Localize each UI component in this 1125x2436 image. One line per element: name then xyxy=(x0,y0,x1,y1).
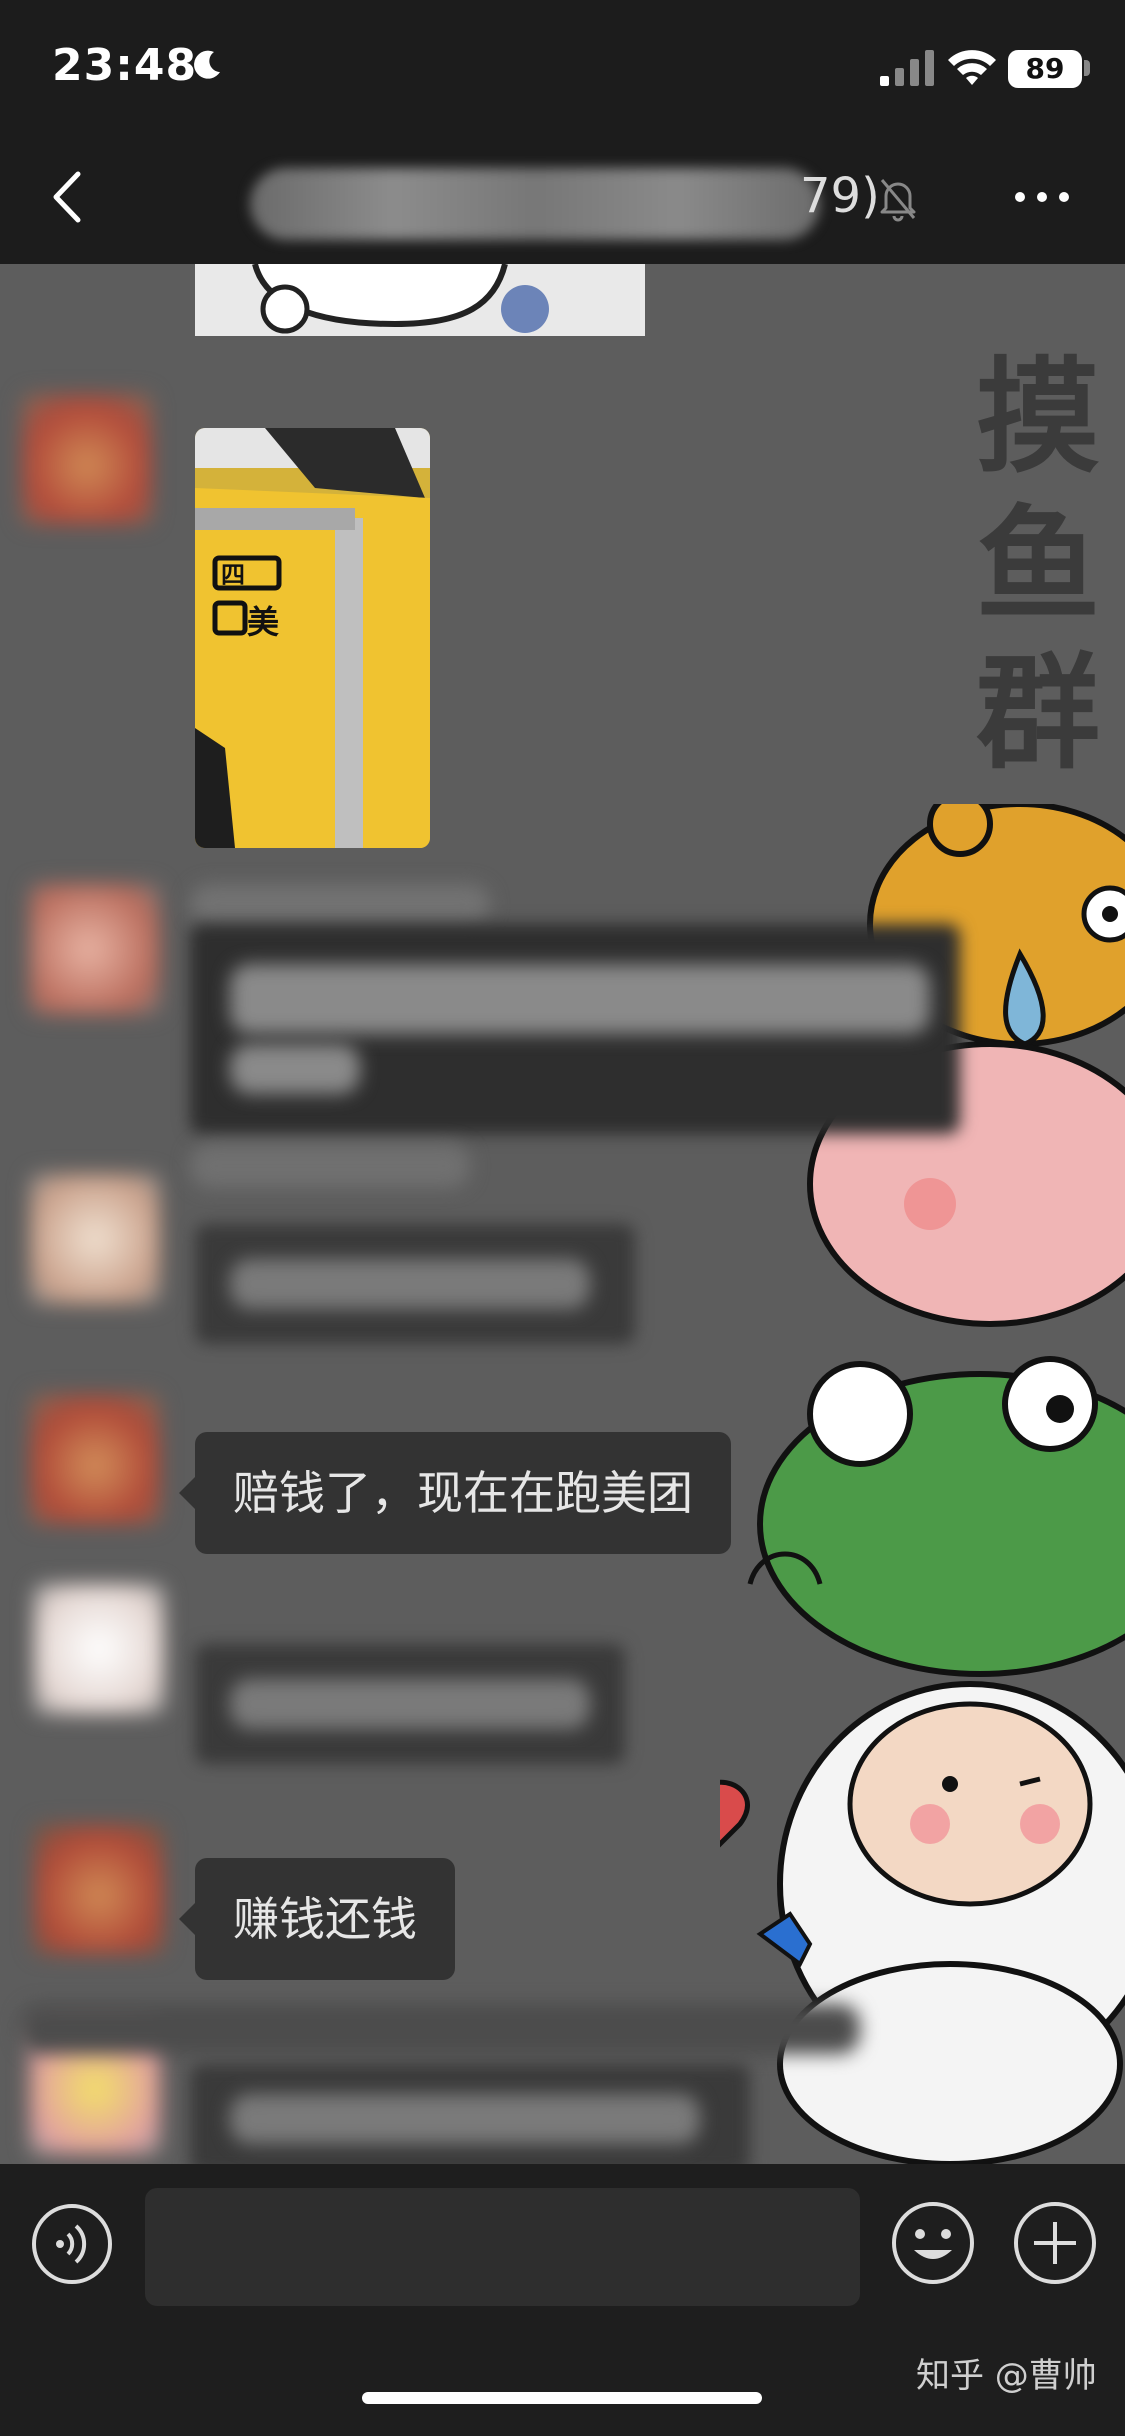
message-text-redacted xyxy=(230,1679,590,1729)
message-text-redacted xyxy=(230,964,930,1034)
message-text-redacted xyxy=(230,1259,590,1309)
watermark: 知乎 @曹帅 xyxy=(916,2356,1097,2396)
message-bubble[interactable]: 赔钱了，现在在跑美团 xyxy=(179,1432,731,1554)
message-text-redacted xyxy=(230,1044,360,1094)
more-dots-icon[interactable] xyxy=(1010,172,1074,222)
message-text: 赔钱了，现在在跑美团 xyxy=(233,1466,693,1520)
cartoon-image-icon xyxy=(195,264,645,336)
message-bubble[interactable]: 赚钱还钱 xyxy=(179,1858,455,1980)
message-text-redacted xyxy=(230,2094,700,2144)
wifi-icon xyxy=(948,50,996,85)
group-name-redacted[interactable] xyxy=(250,168,820,240)
avatar[interactable] xyxy=(30,884,160,1014)
svg-text:美: 美 xyxy=(247,603,279,641)
status-bar: 23:48 89 xyxy=(0,0,1125,132)
battery-icon: 89 xyxy=(1008,50,1082,88)
nav-bar: 79) xyxy=(0,132,1125,264)
chat-background-title: 摸鱼群 xyxy=(975,346,1100,786)
avatar[interactable] xyxy=(34,1584,164,1714)
jacket-photo-icon: 四 美 xyxy=(195,428,430,848)
back-chevron-icon[interactable] xyxy=(40,162,100,232)
avatar[interactable] xyxy=(30,1394,160,1524)
plus-icon[interactable] xyxy=(1012,2200,1098,2286)
avatar[interactable] xyxy=(22,394,152,524)
message-image-jacket[interactable]: 四 美 xyxy=(195,428,430,848)
member-count: 79) xyxy=(800,168,880,224)
avatar[interactable] xyxy=(30,1174,160,1304)
status-time: 23:48 xyxy=(52,40,198,91)
voice-icon[interactable] xyxy=(30,2202,114,2286)
svg-text:四: 四 xyxy=(221,561,245,589)
input-bar: 知乎 @曹帅 xyxy=(0,2164,1125,2436)
chat-area[interactable]: 摸鱼群 四 美 赔钱了，现在在跑美团 赚钱还钱 xyxy=(0,264,1125,2164)
message-image-top[interactable] xyxy=(195,264,645,336)
home-indicator xyxy=(362,2392,762,2404)
avatar[interactable] xyxy=(34,1824,164,1954)
emoji-icon[interactable] xyxy=(890,2200,976,2286)
sender-name-redacted xyxy=(20,2004,860,2054)
battery-tip xyxy=(1084,60,1090,76)
signal-icon xyxy=(880,50,934,86)
message-input[interactable] xyxy=(145,2188,860,2306)
sender-name-redacted xyxy=(190,884,490,924)
message-text: 赚钱还钱 xyxy=(233,1892,417,1946)
moon-icon xyxy=(194,50,220,79)
sender-name-redacted xyxy=(190,1144,470,1188)
mute-bell-icon xyxy=(880,179,916,222)
